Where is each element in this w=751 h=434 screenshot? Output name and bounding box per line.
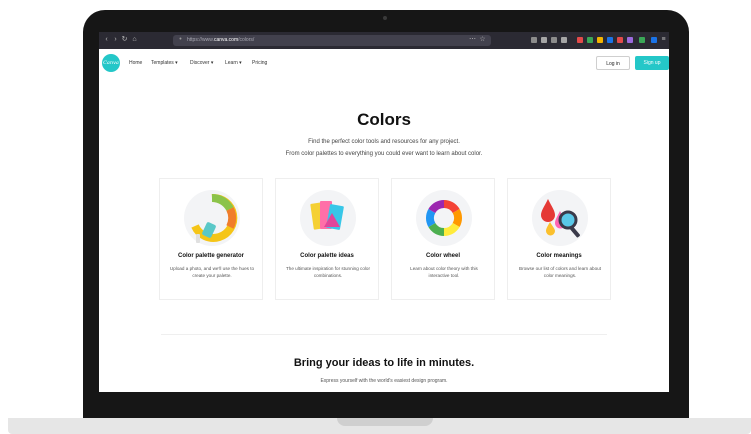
laptop-camera — [383, 16, 387, 20]
reader-icon[interactable]: ⋯ — [469, 36, 476, 43]
card-color-wheel[interactable]: Color wheel Learn about color theory wit… — [391, 178, 495, 300]
nav-discover[interactable]: Discover ▾ — [190, 60, 213, 66]
home-icon[interactable]: ⌂ — [131, 36, 138, 43]
extension-icon[interactable] — [627, 37, 633, 43]
menu-icon[interactable]: ≡ — [660, 36, 667, 43]
page-title: Colors — [357, 110, 411, 129]
cta-title: Bring your ideas to life in minutes. — [293, 357, 475, 369]
card-title: Color palette generator — [177, 253, 244, 259]
extension-icon[interactable] — [577, 37, 583, 43]
login-button[interactable]: Log in — [596, 56, 630, 70]
laptop-screen: ‹ › ↻ ⌂ • https://www.canva.com/colors/ … — [99, 32, 669, 392]
palette-swatches-icon — [300, 190, 356, 246]
extension-icon[interactable] — [639, 37, 645, 43]
site-header: Canva Home Templates ▾ Discover ▾ Learn … — [99, 49, 669, 73]
hero-subtitle-line1: Find the perfect color tools and resourc… — [308, 139, 460, 145]
extension-icon[interactable] — [541, 37, 547, 43]
cta-subtitle: Express yourself with the world's easies… — [320, 378, 448, 384]
browser-toolbar: ‹ › ↻ ⌂ • https://www.canva.com/colors/ … — [99, 32, 669, 49]
paint-roller-icon — [184, 190, 240, 246]
card-color-palette-generator[interactable]: Color palette generator Upload a photo, … — [159, 178, 263, 300]
extension-icon[interactable] — [607, 37, 613, 43]
forward-icon[interactable]: › — [112, 36, 119, 43]
extension-icon[interactable] — [587, 37, 593, 43]
back-icon[interactable]: ‹ — [103, 36, 110, 43]
extension-icon[interactable] — [551, 37, 557, 43]
nav-pricing[interactable]: Pricing — [252, 60, 267, 66]
card-color-palette-ideas[interactable]: Color palette ideas The ultimate inspira… — [275, 178, 379, 300]
card-description: Learn about color theory with this inter… — [410, 266, 478, 278]
extension-icon[interactable] — [617, 37, 623, 43]
card-title: Color meanings — [536, 253, 582, 259]
url-text: https://www.canva.com/colors/ — [187, 37, 255, 43]
extension-icon[interactable] — [597, 37, 603, 43]
nav-home[interactable]: Home — [129, 60, 142, 66]
reload-icon[interactable]: ↻ — [121, 36, 128, 43]
bookmark-icon[interactable]: ☆ — [479, 36, 486, 43]
magnifier-drops-icon — [532, 190, 588, 246]
extension-icon[interactable] — [561, 37, 567, 43]
lock-icon: • — [179, 36, 182, 43]
nav-templates[interactable]: Templates ▾ — [151, 60, 178, 66]
card-title: Color palette ideas — [300, 253, 354, 259]
signup-button[interactable]: Sign up — [635, 56, 669, 70]
card-color-meanings[interactable]: Color meanings Browse our list of colors… — [507, 178, 611, 300]
hero-subtitle-line2: From color palettes to everything you co… — [285, 151, 483, 157]
laptop-base-notch — [337, 418, 433, 426]
section-divider — [161, 334, 607, 335]
card-description: The ultimate inspiration for stunning co… — [285, 266, 370, 278]
canva-logo[interactable]: Canva — [102, 54, 120, 72]
card-description: Browse our list of colors and learn abou… — [519, 266, 601, 278]
color-wheel-icon — [416, 190, 472, 246]
card-title: Color wheel — [425, 253, 460, 259]
nav-learn[interactable]: Learn ▾ — [225, 60, 242, 66]
extension-icon[interactable] — [531, 37, 537, 43]
card-description: Upload a photo, and we'll use the hues t… — [169, 266, 255, 278]
extension-icon[interactable] — [651, 37, 657, 43]
